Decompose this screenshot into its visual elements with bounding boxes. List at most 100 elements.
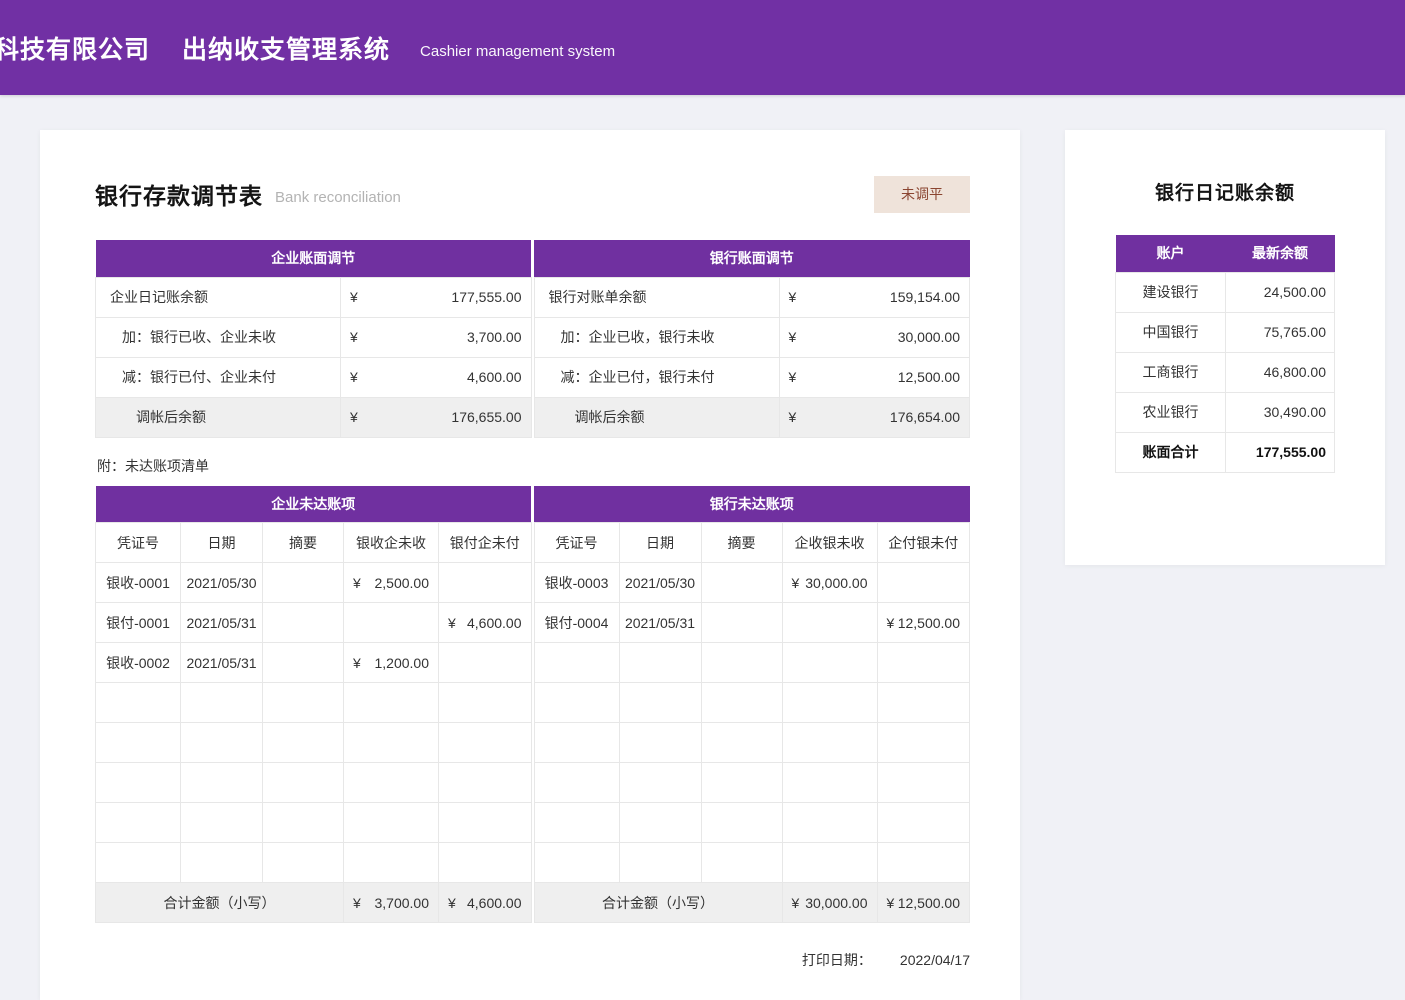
side-card-title: 银行日记账余额 [1065,178,1385,205]
amount-value: 176,655.00 [451,409,521,425]
cell-account: 建设银行 [1116,272,1226,312]
empty-cell [263,843,344,883]
cell-summary [701,603,782,643]
status-badge: 未调平 [874,176,970,213]
column-header: 摘要 [263,523,344,563]
bank-journal-balance-table: 账户 最新余额 建设银行 24,500.00 中国银行 75,765.00 工商… [1115,235,1335,473]
table-row: 银付-0001 2021/05/31 ¥4,600.00 [96,603,532,643]
amount-value: 30,000.00 [805,895,867,911]
empty-cell [439,723,532,763]
table-row: 减：企业已付，银行未付 ¥ 12,500.00 [534,357,970,397]
empty-cell [782,763,877,803]
currency-symbol: ¥ [792,575,800,591]
cell-voucher: 银付-0001 [96,603,181,643]
table-row: 企业日记账余额 ¥ 177,555.00 [96,277,532,317]
row-amount-cell: ¥ 176,654.00 [779,397,970,437]
table-row: 银行对账单余额 ¥ 159,154.00 [534,277,970,317]
currency-symbol: ¥ [350,369,358,385]
empty-cell [96,843,181,883]
empty-row [534,683,970,723]
cell-voucher: 银付-0004 [534,603,619,643]
row-label: 调帐后余额 [534,397,779,437]
currency-symbol: ¥ [353,655,361,671]
cell-voucher: 银收-0003 [534,563,619,603]
cell-date: 2021/05/30 [181,563,263,603]
outstanding-items-note: 附：未达账项清单 [97,456,970,476]
empty-cell [782,683,877,723]
row-amount-cell: ¥ 176,655.00 [341,397,532,437]
empty-cell [782,643,877,683]
row-amount-cell: ¥ 4,600.00 [341,357,532,397]
row-label: 加：银行已收、企业未收 [96,317,341,357]
empty-cell [619,843,701,883]
empty-cell [263,803,344,843]
cell-date: 2021/05/31 [181,603,263,643]
empty-cell [439,763,532,803]
empty-cell [701,723,782,763]
system-title: 出纳收支管理系统 [182,30,390,66]
row-amount-cell: ¥ 159,154.00 [779,277,970,317]
cell-amount-out [877,563,970,603]
column-header: 凭证号 [96,523,181,563]
empty-cell [701,803,782,843]
empty-cell [782,803,877,843]
total-label: 合计金额（小写） [534,883,782,923]
total-row: 账面合计 177,555.00 [1116,432,1335,472]
empty-cell [534,723,619,763]
empty-cell [877,683,970,723]
empty-cell [619,643,701,683]
empty-cell [344,803,439,843]
total-row: 合计金额（小写） ¥30,000.00 ¥12,500.00 [534,883,970,923]
empty-cell [534,843,619,883]
empty-cell [619,723,701,763]
column-header-balance: 最新余额 [1226,235,1335,272]
empty-row [534,803,970,843]
table-row: 银收-0002 2021/05/31 ¥1,200.00 [96,643,532,683]
top-banner: 科技有限公司 出纳收支管理系统 Cashier management syste… [0,0,1405,95]
empty-cell [877,843,970,883]
amount-value: 4,600.00 [467,895,522,911]
amount-value: 12,500.00 [898,615,960,631]
currency-symbol: ¥ [353,575,361,591]
cell-account: 中国银行 [1116,312,1226,352]
empty-cell [344,723,439,763]
cell-amount-out: ¥12,500.00 [877,603,970,643]
bank-outstanding-header: 银行未达账项 [534,486,970,523]
empty-cell [96,723,181,763]
empty-cell [181,683,263,723]
empty-cell [701,763,782,803]
empty-cell [701,683,782,723]
column-header: 凭证号 [534,523,619,563]
bank-book-table: 银行账面调节 银行对账单余额 ¥ 159,154.00 加：企业已收，银行未收 … [534,240,971,438]
total-row: 合计金额（小写） ¥3,700.00 ¥4,600.00 [96,883,532,923]
currency-symbol: ¥ [448,615,456,631]
empty-cell [263,683,344,723]
empty-cell [439,683,532,723]
currency-symbol: ¥ [792,895,800,911]
cell-date: 2021/05/31 [619,603,701,643]
enterprise-outstanding-table: 企业未达账项 凭证号 日期 摘要 银收企未收 银付企未付 银收-0001 202… [95,486,532,924]
cell-amount-out [439,643,532,683]
row-amount-cell: ¥ 30,000.00 [779,317,970,357]
enterprise-outstanding-header: 企业未达账项 [96,486,532,523]
currency-symbol: ¥ [789,289,797,305]
cell-balance: 75,765.00 [1226,312,1335,352]
cell-summary [701,563,782,603]
currency-symbol: ¥ [789,409,797,425]
cell-amount-in: ¥30,000.00 [782,563,877,603]
row-label: 企业日记账余额 [96,277,341,317]
cell-amount-out: ¥4,600.00 [439,603,532,643]
empty-cell [619,763,701,803]
cell-amount-in: ¥1,200.00 [344,643,439,683]
empty-row [534,643,970,683]
empty-cell [181,763,263,803]
row-amount-cell: ¥ 12,500.00 [779,357,970,397]
cell-balance: 24,500.00 [1226,272,1335,312]
column-header: 银收企未收 [344,523,439,563]
column-header: 日期 [181,523,263,563]
table-row: 银收-0003 2021/05/30 ¥30,000.00 [534,563,970,603]
empty-cell [181,843,263,883]
empty-cell [96,803,181,843]
bank-book-header: 银行账面调节 [534,240,970,277]
page: { "topbar": { "company": "科技有限公司", "titl… [0,0,1405,975]
